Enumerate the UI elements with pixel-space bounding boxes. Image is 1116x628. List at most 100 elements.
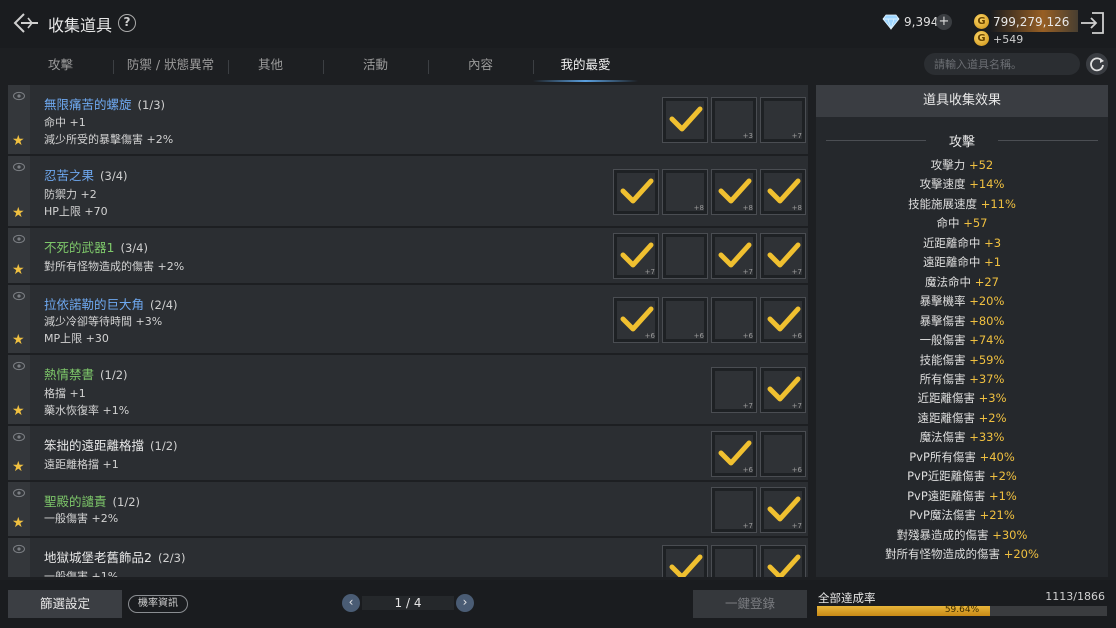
collection-row[interactable]: ★ 不死的武器1 (3/4) 對所有怪物造成的傷害 +2% +7 +7 +7 [8,228,808,284]
eye-icon[interactable] [13,162,25,172]
enchant-level: +7 [791,522,802,530]
effect-line: 技能施展速度 +11% [816,196,1108,212]
collection-title: 熱情禁書 (1/2) [44,364,128,383]
collection-progress: (1/2) [150,439,178,453]
effect-label: 對殘暴造成的傷害 [896,527,989,542]
effect-line: 一般傷害 +74% [816,332,1108,348]
collection-row[interactable]: ★ 忍苦之果 (3/4) 防禦力 +2 HP上限 +70 +8 +8 +8 [8,156,808,227]
item-slot[interactable]: +6 [613,297,659,343]
item-slot[interactable] [662,545,708,577]
back-arrow-icon[interactable] [12,10,40,36]
collection-progress: (2/3) [157,551,186,565]
prev-page-button[interactable]: ‹ [342,594,360,612]
collection-stat: 對所有怪物造成的傷害 +2% [44,260,185,273]
item-slot[interactable]: +7 [613,233,659,279]
item-slot[interactable]: +7 [760,233,806,279]
item-slot[interactable]: +6 [662,297,708,343]
add-diamond-button[interactable]: + [936,14,952,30]
item-slot[interactable]: +6 [760,297,806,343]
collection-title: 地獄城堡老舊飾品2 (2/3) [44,547,185,566]
collection-row[interactable]: ★地獄城堡老舊飾品2(2/3)一般傷害 +1% [8,538,808,577]
item-slot[interactable]: +6 [760,431,806,477]
one-click-register-button[interactable]: 一鍵登錄 [693,590,807,618]
help-icon[interactable]: ? [118,14,136,32]
item-slot[interactable]: +7 [760,487,806,533]
collection-row[interactable]: ★ 聖殿的譴責 (1/2) 一般傷害 +2% +7 +7 [8,482,808,537]
effect-value: +80% [969,313,1005,328]
checkmark-icon [767,242,801,268]
collection-row[interactable]: ★ 拉依諾勒的巨大角 (2/4) 減少冷卻等待時間 +3% MP上限 +30 +6 +6 +6… [8,285,808,354]
checkmark-icon [669,106,703,132]
eye-icon[interactable] [13,291,25,301]
enchant-level: +7 [742,268,753,276]
favorite-star-icon[interactable]: ★ [12,404,25,418]
favorite-star-icon[interactable]: ★ [12,263,25,277]
collection-title: 聖殿的譴責 (1/2) [44,491,140,510]
tab-attack[interactable]: 攻擊 [8,52,113,82]
item-slot[interactable]: +8 [662,169,708,215]
enchant-level: +7 [742,522,753,530]
eye-icon[interactable] [13,234,25,244]
refresh-icon[interactable] [1086,53,1108,75]
effect-value: +14% [969,177,1005,192]
eye-icon[interactable] [13,361,25,371]
collection-row[interactable]: ★ 笨拙的遠距離格擋 (1/2) 遠距離格擋 +1 +6 +6 [8,426,808,481]
item-slot[interactable] [662,233,708,279]
collection-stat: 遠距離格擋 +1 [44,458,119,471]
exit-icon[interactable] [1078,10,1106,36]
effect-value: +40% [979,449,1015,464]
item-slot[interactable] [662,97,708,143]
item-slot[interactable]: +3 [711,97,757,143]
eye-icon[interactable] [13,544,25,554]
collection-stat: 防禦力 +2 [44,188,97,201]
effect-value: +2% [978,410,1007,425]
eye-icon[interactable] [13,488,25,498]
collection-list[interactable]: ★ 無限痛苦的螺旋 (1/3) 命中 +1 減少所受的暴擊傷害 +2% +3 +7 ★ 忍苦之果… [8,85,808,577]
filter-settings-button[interactable]: 篩選設定 [8,590,122,618]
collection-stat: 一般傷害 +2% [44,512,119,525]
collection-name: 不死的武器1 [44,240,115,255]
item-slot[interactable]: +6 [711,297,757,343]
eye-icon[interactable] [13,432,25,442]
favorite-star-icon[interactable]: ★ [12,333,25,347]
enchant-level: +6 [693,332,704,340]
collection-row[interactable]: ★ 無限痛苦的螺旋 (1/3) 命中 +1 減少所受的暴擊傷害 +2% +3 +7 [8,85,808,155]
item-slot[interactable]: +8 [711,169,757,215]
item-slot[interactable]: +7 [711,367,757,413]
collection-progress: (1/2) [112,495,140,509]
eye-icon[interactable] [13,91,25,101]
collection-row[interactable]: ★ 熱情禁書 (1/2) 格擋 +1 藥水恢復率 +1% +7 +7 [8,355,808,425]
tab-favorites[interactable]: 我的最愛 [533,52,638,82]
diamond-count: 9,394 [904,15,939,29]
item-slot[interactable]: +8 [760,169,806,215]
item-slot[interactable]: +7 [760,97,806,143]
item-slot[interactable]: +6 [711,431,757,477]
effect-value: +11% [980,196,1016,211]
collection-name: 笨拙的遠距離格擋 [44,438,145,453]
item-slot[interactable] [613,169,659,215]
probability-info-button[interactable]: 機率資訊 [128,595,188,613]
enchant-level: +6 [742,466,753,474]
tab-content[interactable]: 內容 [428,52,533,82]
item-slot[interactable]: +7 [711,487,757,533]
favorite-star-icon[interactable]: ★ [12,516,25,530]
favorite-star-icon[interactable]: ★ [12,134,25,148]
enchant-level: +7 [742,402,753,410]
collection-name: 忍苦之果 [44,168,95,183]
tab-other[interactable]: 其他 [218,52,323,82]
item-slot[interactable]: +7 [760,367,806,413]
collection-progress: (3/4) [120,241,148,255]
checkmark-icon [718,242,752,268]
effect-line: 暴擊傷害 +80% [816,313,1108,329]
item-slot[interactable]: +7 [711,233,757,279]
collection-name: 無限痛苦的螺旋 [44,97,132,112]
favorite-star-icon[interactable]: ★ [12,206,25,220]
tab-defense-status[interactable]: 防禦 / 狀態異常 [113,52,228,82]
item-slot[interactable] [760,545,806,577]
item-slot[interactable] [711,545,757,577]
search-input[interactable] [924,53,1080,75]
next-page-button[interactable]: › [456,594,474,612]
tab-event[interactable]: 活動 [323,52,428,82]
favorite-star-icon[interactable]: ★ [12,460,25,474]
effect-label: 攻擊速度 [919,177,966,192]
